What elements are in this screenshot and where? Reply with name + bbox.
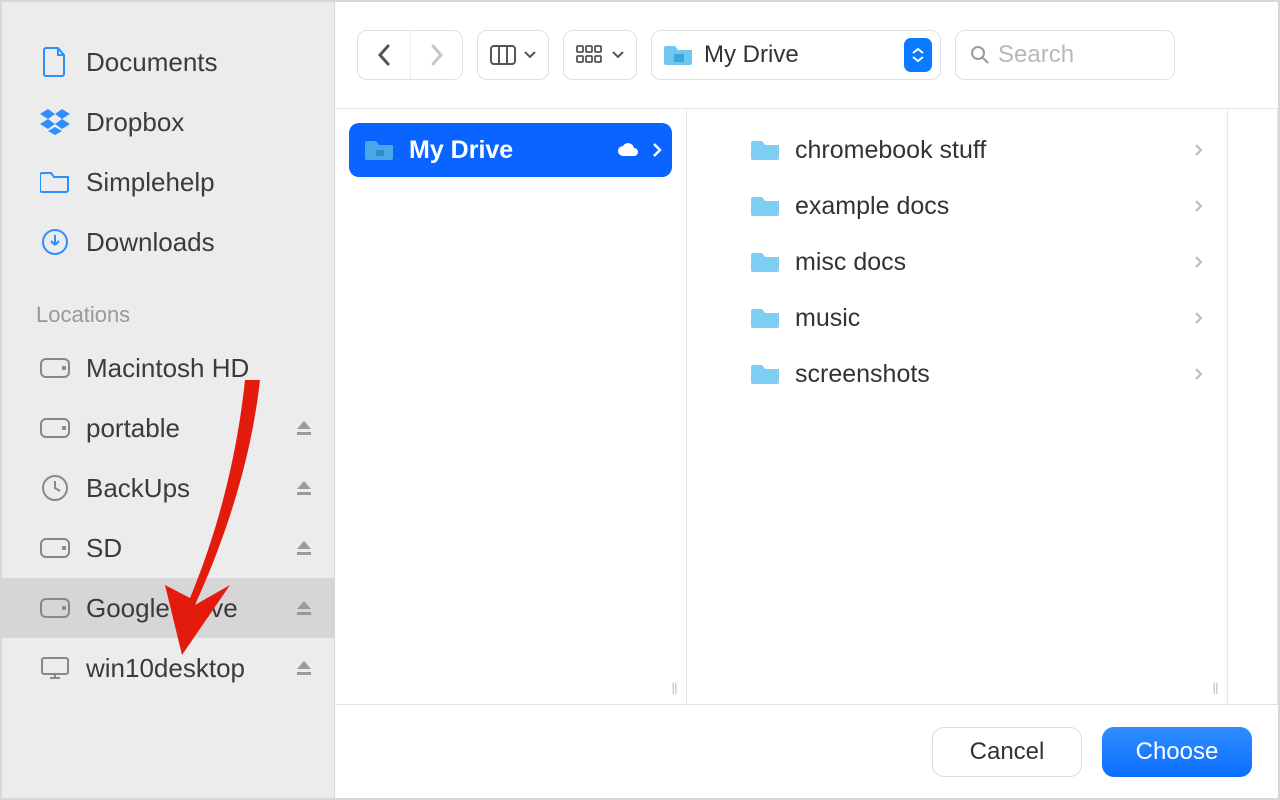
column-item-my-drive[interactable]: My Drive [349, 123, 672, 177]
sidebar-item-backups[interactable]: BackUps [2, 458, 334, 518]
group-by-button[interactable] [563, 30, 637, 80]
sidebar-item-label: win10desktop [86, 653, 292, 684]
sidebar-item-win10desktop[interactable]: win10desktop [2, 638, 334, 698]
column-3 [1228, 109, 1278, 704]
folder-icon [749, 362, 783, 386]
folder-icon [749, 194, 783, 218]
folder-icon [749, 250, 783, 274]
folder-icon [363, 138, 397, 162]
chevron-right-icon [1194, 311, 1203, 325]
toolbar: My Drive Search [335, 2, 1278, 108]
sidebar-item-label: Google Drive [86, 593, 292, 624]
column-item[interactable]: example docs [735, 179, 1213, 233]
disk-icon [36, 538, 74, 558]
chevron-right-icon [652, 142, 662, 158]
sidebar-item-downloads[interactable]: Downloads [2, 212, 334, 272]
cloud-icon [616, 142, 640, 158]
column-1: My Drive ǁ [335, 109, 687, 704]
column-resize-handle[interactable]: ǁ [1206, 676, 1228, 704]
sidebar-item-label: BackUps [86, 473, 292, 504]
main-panel: My Drive Search My Drive [334, 2, 1278, 798]
sidebar-item-portable[interactable]: portable [2, 398, 334, 458]
sidebar-item-simplehelp[interactable]: Simplehelp [2, 152, 334, 212]
column-resize-handle[interactable]: ǁ [665, 676, 687, 704]
sidebar-item-label: Dropbox [86, 107, 316, 138]
sidebar-item-label: Documents [86, 47, 316, 78]
column-2: chromebook stuff example docs misc docs … [687, 109, 1228, 704]
forward-button[interactable] [410, 31, 462, 79]
sidebar-item-google-drive[interactable]: Google Drive [2, 578, 334, 638]
eject-icon[interactable] [292, 539, 316, 557]
chevron-right-icon [1194, 199, 1203, 213]
sidebar: Documents Dropbox Simplehelp Downloads L… [2, 2, 334, 798]
sidebar-item-label: portable [86, 413, 292, 444]
eject-icon[interactable] [292, 599, 316, 617]
eject-icon[interactable] [292, 659, 316, 677]
column-item-label: music [795, 304, 1182, 333]
nav-group [357, 30, 463, 80]
column-item-label: My Drive [409, 136, 604, 165]
disk-icon [36, 418, 74, 438]
sidebar-item-label: Macintosh HD [86, 353, 316, 384]
chevron-down-icon [524, 51, 536, 59]
chevron-right-icon [1194, 367, 1203, 381]
chevron-right-icon [1194, 143, 1203, 157]
disk-icon [36, 358, 74, 378]
columns-icon [490, 45, 516, 65]
computer-icon [36, 656, 74, 680]
sidebar-item-dropbox[interactable]: Dropbox [2, 92, 334, 152]
sidebar-item-label: Downloads [86, 227, 316, 258]
column-item[interactable]: music [735, 291, 1213, 345]
chevron-down-icon [612, 51, 624, 59]
column-item-label: example docs [795, 192, 1182, 221]
location-selector[interactable]: My Drive [651, 30, 941, 80]
folder-icon [664, 43, 694, 67]
column-item-label: chromebook stuff [795, 136, 1182, 165]
view-columns-button[interactable] [477, 30, 549, 80]
search-input[interactable]: Search [955, 30, 1175, 80]
sidebar-item-sd[interactable]: SD [2, 518, 334, 578]
column-item[interactable]: misc docs [735, 235, 1213, 289]
sidebar-item-documents[interactable]: Documents [2, 32, 334, 92]
column-item[interactable]: chromebook stuff [735, 123, 1213, 177]
folder-icon [749, 306, 783, 330]
cancel-button[interactable]: Cancel [932, 727, 1082, 777]
column-item-label: screenshots [795, 360, 1182, 389]
document-icon [36, 47, 74, 77]
sidebar-section-header: Locations [2, 272, 334, 338]
folder-icon [749, 138, 783, 162]
eject-icon[interactable] [292, 419, 316, 437]
sidebar-item-macintosh-hd[interactable]: Macintosh HD [2, 338, 334, 398]
search-icon [970, 45, 990, 65]
column-item[interactable]: screenshots [735, 347, 1213, 401]
timemachine-icon [36, 474, 74, 502]
folder-icon [36, 170, 74, 194]
grid-icon [576, 45, 604, 65]
location-stepper-icon [904, 38, 932, 72]
sidebar-item-label: Simplehelp [86, 167, 316, 198]
search-placeholder: Search [998, 41, 1074, 69]
dialog-footer: Cancel Choose [335, 704, 1278, 798]
column-view: My Drive ǁ chromebook stuff [335, 108, 1278, 704]
location-label: My Drive [704, 41, 894, 69]
download-icon [36, 228, 74, 256]
dropbox-icon [36, 109, 74, 135]
choose-button[interactable]: Choose [1102, 727, 1252, 777]
back-button[interactable] [358, 31, 410, 79]
disk-icon [36, 598, 74, 618]
file-chooser-window: Documents Dropbox Simplehelp Downloads L… [2, 2, 1278, 798]
chevron-right-icon [1194, 255, 1203, 269]
eject-icon[interactable] [292, 479, 316, 497]
sidebar-item-label: SD [86, 533, 292, 564]
column-item-label: misc docs [795, 248, 1182, 277]
